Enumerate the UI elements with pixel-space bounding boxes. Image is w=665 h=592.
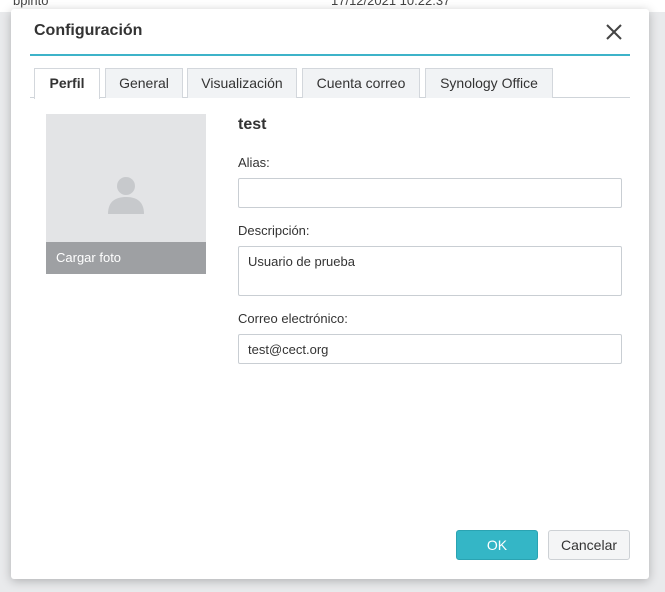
ok-button[interactable]: OK: [456, 530, 538, 560]
description-field[interactable]: Usuario de prueba: [238, 246, 622, 296]
background-cell-user: bpinto: [13, 0, 49, 8]
upload-photo-button[interactable]: Cargar foto: [46, 242, 206, 274]
alias-field[interactable]: [238, 178, 622, 208]
tab-cuenta-correo[interactable]: Cuenta correo: [302, 68, 420, 98]
avatar: Cargar foto: [46, 114, 206, 274]
user-silhouette-icon: [108, 177, 144, 214]
cancel-button[interactable]: Cancelar: [548, 530, 630, 560]
tab-visualizacion[interactable]: Visualización: [187, 68, 297, 98]
email-label: Correo electrónico:: [238, 311, 348, 326]
background-cell-date: 17/12/2021 10:22:37: [331, 0, 451, 8]
tab-general[interactable]: General: [105, 68, 183, 98]
username: test: [238, 116, 267, 133]
close-button[interactable]: [603, 21, 625, 43]
tab-bar: Perfil General Visualización Cuenta corr…: [30, 68, 630, 99]
description-label: Descripción:: [238, 223, 310, 238]
title-underline: [30, 54, 630, 56]
tab-perfil[interactable]: Perfil: [34, 68, 100, 99]
tab-synology-office[interactable]: Synology Office: [425, 68, 553, 98]
settings-dialog: Configuración Perfil General Visualizaci…: [11, 9, 649, 579]
dialog-title: Configuración: [34, 22, 143, 39]
close-icon: [606, 24, 622, 40]
email-field[interactable]: [238, 334, 622, 364]
alias-label: Alias:: [238, 155, 270, 170]
